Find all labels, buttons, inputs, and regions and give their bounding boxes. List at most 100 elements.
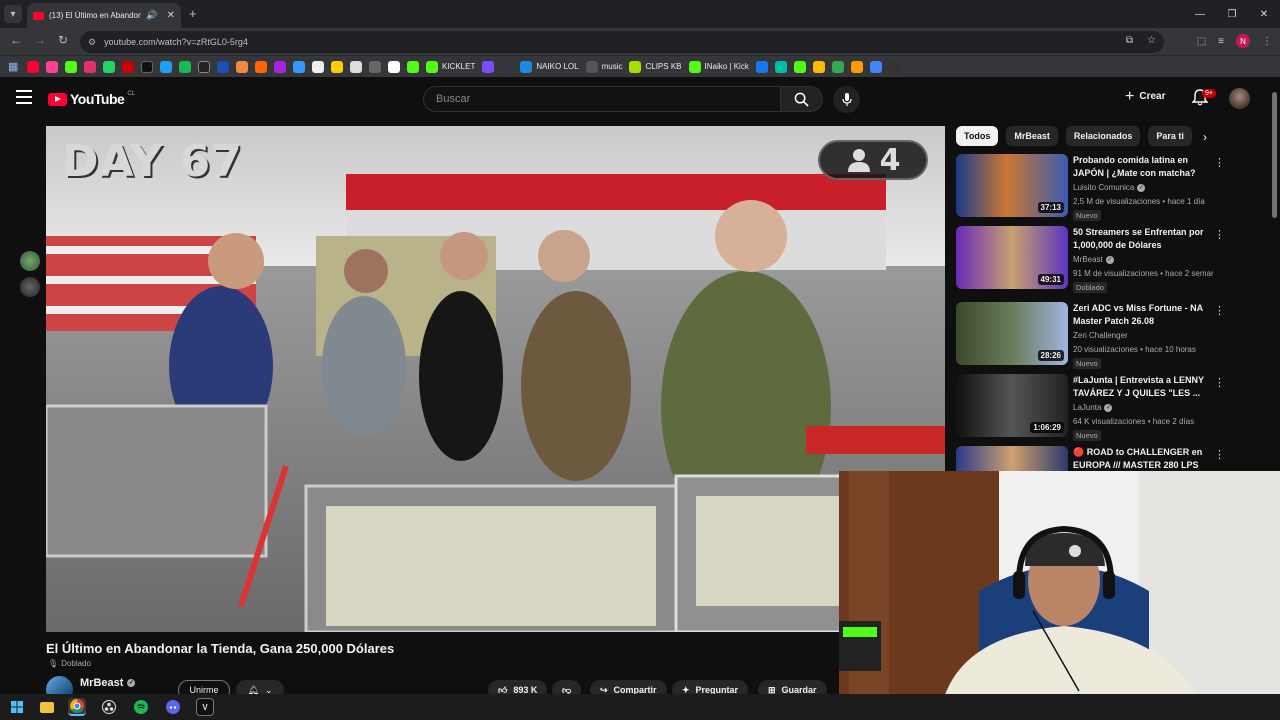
bookmark-icon[interactable] <box>312 60 324 73</box>
bookmark-icon[interactable] <box>793 60 806 73</box>
more-options-icon[interactable]: ⋮ <box>1214 228 1225 241</box>
close-window-button[interactable]: ✕ <box>1248 0 1280 28</box>
recommendation-item[interactable]: 1:06:29 #LaJunta | Entrevista a LENNY TA… <box>956 374 1225 441</box>
bookmark-icon[interactable] <box>869 60 882 73</box>
channel-name[interactable]: MrBeast ✓ <box>80 677 136 689</box>
bookmark-icon[interactable] <box>46 60 58 73</box>
floating-avatar[interactable] <box>20 277 40 297</box>
spotify-icon[interactable] <box>132 698 150 716</box>
bookmark-star-icon[interactable]: ☆ <box>1147 35 1156 46</box>
chip-todos[interactable]: Todos <box>956 126 999 146</box>
new-tab-button[interactable]: + <box>189 6 197 21</box>
bookmark-instagram-icon[interactable] <box>84 60 96 73</box>
more-options-icon[interactable]: ⋮ <box>1214 376 1225 389</box>
discord-icon[interactable] <box>164 698 182 716</box>
site-info-icon[interactable]: ⚙ <box>88 37 96 48</box>
bookmark-spotify-icon[interactable] <box>179 60 191 73</box>
reading-list-icon[interactable]: ≡ <box>1218 36 1224 47</box>
recommendation-item[interactable]: 28:26 Zeri ADC vs Miss Fortune - NA Mast… <box>956 302 1225 369</box>
bookmark-whatsapp-icon[interactable] <box>103 60 115 73</box>
recommendation-title[interactable]: #LaJunta | Entrevista a LENNY TAVÁREZ Y … <box>1073 374 1205 400</box>
recommendation-channel[interactable]: Luisito Comunica ✓ <box>1073 183 1146 192</box>
create-button[interactable]: + Crear <box>1125 88 1165 104</box>
bookmark-x-icon[interactable] <box>141 60 153 73</box>
recommendation-channel[interactable]: LaJunta ✓ <box>1073 403 1113 412</box>
bookmark-icon[interactable] <box>388 60 400 73</box>
recommendation-item[interactable]: 49:31 50 Streamers se Enfrentan por 1,00… <box>956 226 1225 293</box>
search-input[interactable]: Buscar <box>423 86 781 112</box>
bookmark-icon[interactable] <box>122 60 134 73</box>
chip-relacionados[interactable]: Relacionados <box>1065 126 1141 146</box>
bookmark-youtube-icon[interactable] <box>27 60 39 73</box>
reload-icon[interactable]: ↻ <box>58 33 68 47</box>
bookmark-clips-kb[interactable]: CLIPS KB <box>629 60 682 73</box>
bookmark-icon[interactable] <box>293 60 305 73</box>
page-scrollbar[interactable] <box>1272 92 1277 218</box>
bookmark-kicklet[interactable]: KICKLET <box>426 60 475 73</box>
bookmark-kick-icon[interactable] <box>65 60 77 73</box>
chip-mrbeast[interactable]: MrBeast <box>1006 126 1058 146</box>
chrome-taskbar-icon[interactable] <box>68 698 86 716</box>
recommendation-channel[interactable]: MrBeast ✓ <box>1073 255 1114 264</box>
bookmark-music[interactable]: music <box>585 60 622 73</box>
address-bar[interactable]: ⚙ youtube.com/watch?v=zRtGL0-5rg4 ⧉ ☆ <box>80 31 1164 53</box>
app-icon[interactable]: V <box>196 698 214 716</box>
bookmark-naiko-lol[interactable]: NAIKO LOL <box>520 60 579 73</box>
chips-next-arrow-icon[interactable]: › <box>1203 130 1207 144</box>
recommendation-channel[interactable]: Zeri Challenger <box>1073 331 1128 340</box>
video-thumbnail[interactable]: 49:31 <box>956 226 1068 289</box>
windows-start-icon[interactable] <box>8 698 26 716</box>
youtube-logo[interactable]: YouTube CL <box>48 91 135 107</box>
maximize-button[interactable]: ❐ <box>1216 0 1248 28</box>
bookmark-icon[interactable] <box>482 60 495 73</box>
bookmark-facebook-icon[interactable] <box>755 60 768 73</box>
menu-icon[interactable] <box>16 90 32 104</box>
bookmark-icon[interactable] <box>198 60 210 73</box>
bookmark-icon[interactable] <box>774 60 787 73</box>
video-player[interactable]: DAY 67 4 <box>46 126 945 632</box>
video-thumbnail[interactable]: 37:13 <box>956 154 1068 217</box>
bookmark-icon[interactable] <box>255 60 267 73</box>
recommendation-title[interactable]: Probando comida latina en JAPÓN | ¿Mate … <box>1073 154 1205 181</box>
bookmark-icon[interactable] <box>369 60 381 73</box>
install-app-icon[interactable]: ⧉ <box>1126 35 1133 46</box>
extensions-icon[interactable]: ⬚ <box>1197 36 1206 47</box>
bookmark-icon[interactable] <box>274 60 286 73</box>
file-explorer-icon[interactable] <box>40 701 54 713</box>
chrome-menu-icon[interactable]: ⋮ <box>1262 36 1272 47</box>
audio-playing-icon[interactable]: 🔊 <box>146 10 157 21</box>
video-thumbnail[interactable]: 1:06:29 <box>956 374 1068 437</box>
bookmark-icon[interactable] <box>850 60 863 73</box>
close-tab-icon[interactable]: ✕ <box>167 10 175 21</box>
obs-icon[interactable] <box>100 698 118 716</box>
floating-avatar[interactable] <box>20 251 40 271</box>
tab-search-button[interactable]: ▾ <box>4 5 22 23</box>
bookmark-icon[interactable] <box>831 60 844 73</box>
profile-avatar[interactable]: N <box>1236 34 1250 48</box>
bookmark-icon[interactable] <box>888 60 901 73</box>
bookmark-icon[interactable] <box>501 60 514 73</box>
back-icon[interactable]: ← <box>10 33 22 47</box>
more-options-icon[interactable]: ⋮ <box>1214 448 1225 461</box>
bookmark-icon[interactable] <box>217 60 229 73</box>
bookmark-icon[interactable] <box>407 60 419 73</box>
recommendation-title[interactable]: 🔴 ROAD to CHALLENGER en EUROPA /// MASTE… <box>1073 446 1205 473</box>
recommendation-title[interactable]: 50 Streamers se Enfrentan por 1,000,000 … <box>1073 226 1205 252</box>
forward-icon[interactable]: → <box>34 33 46 47</box>
recommendation-title[interactable]: Zeri ADC vs Miss Fortune - NA Master Pat… <box>1073 302 1205 328</box>
bookmark-icon[interactable] <box>812 60 825 73</box>
apps-grid-icon[interactable]: ▦ <box>8 61 20 73</box>
video-thumbnail[interactable]: 28:26 <box>956 302 1068 365</box>
bookmark-icon[interactable] <box>236 60 248 73</box>
account-avatar[interactable] <box>1229 88 1250 109</box>
active-tab[interactable]: (13) El Último en Abandonar la Tienda 🔊 … <box>27 3 181 28</box>
more-options-icon[interactable]: ⋮ <box>1214 156 1225 169</box>
bookmark-twitter-icon[interactable] <box>160 60 172 73</box>
bookmark-icon[interactable] <box>350 60 362 73</box>
chip-para-ti[interactable]: Para ti <box>1148 126 1192 146</box>
bookmark-icon[interactable] <box>331 60 343 73</box>
more-options-icon[interactable]: ⋮ <box>1214 304 1225 317</box>
minimize-button[interactable]: — <box>1184 0 1216 28</box>
recommendation-item[interactable]: 37:13 Probando comida latina en JAPÓN | … <box>956 154 1225 221</box>
search-button[interactable] <box>781 86 823 112</box>
